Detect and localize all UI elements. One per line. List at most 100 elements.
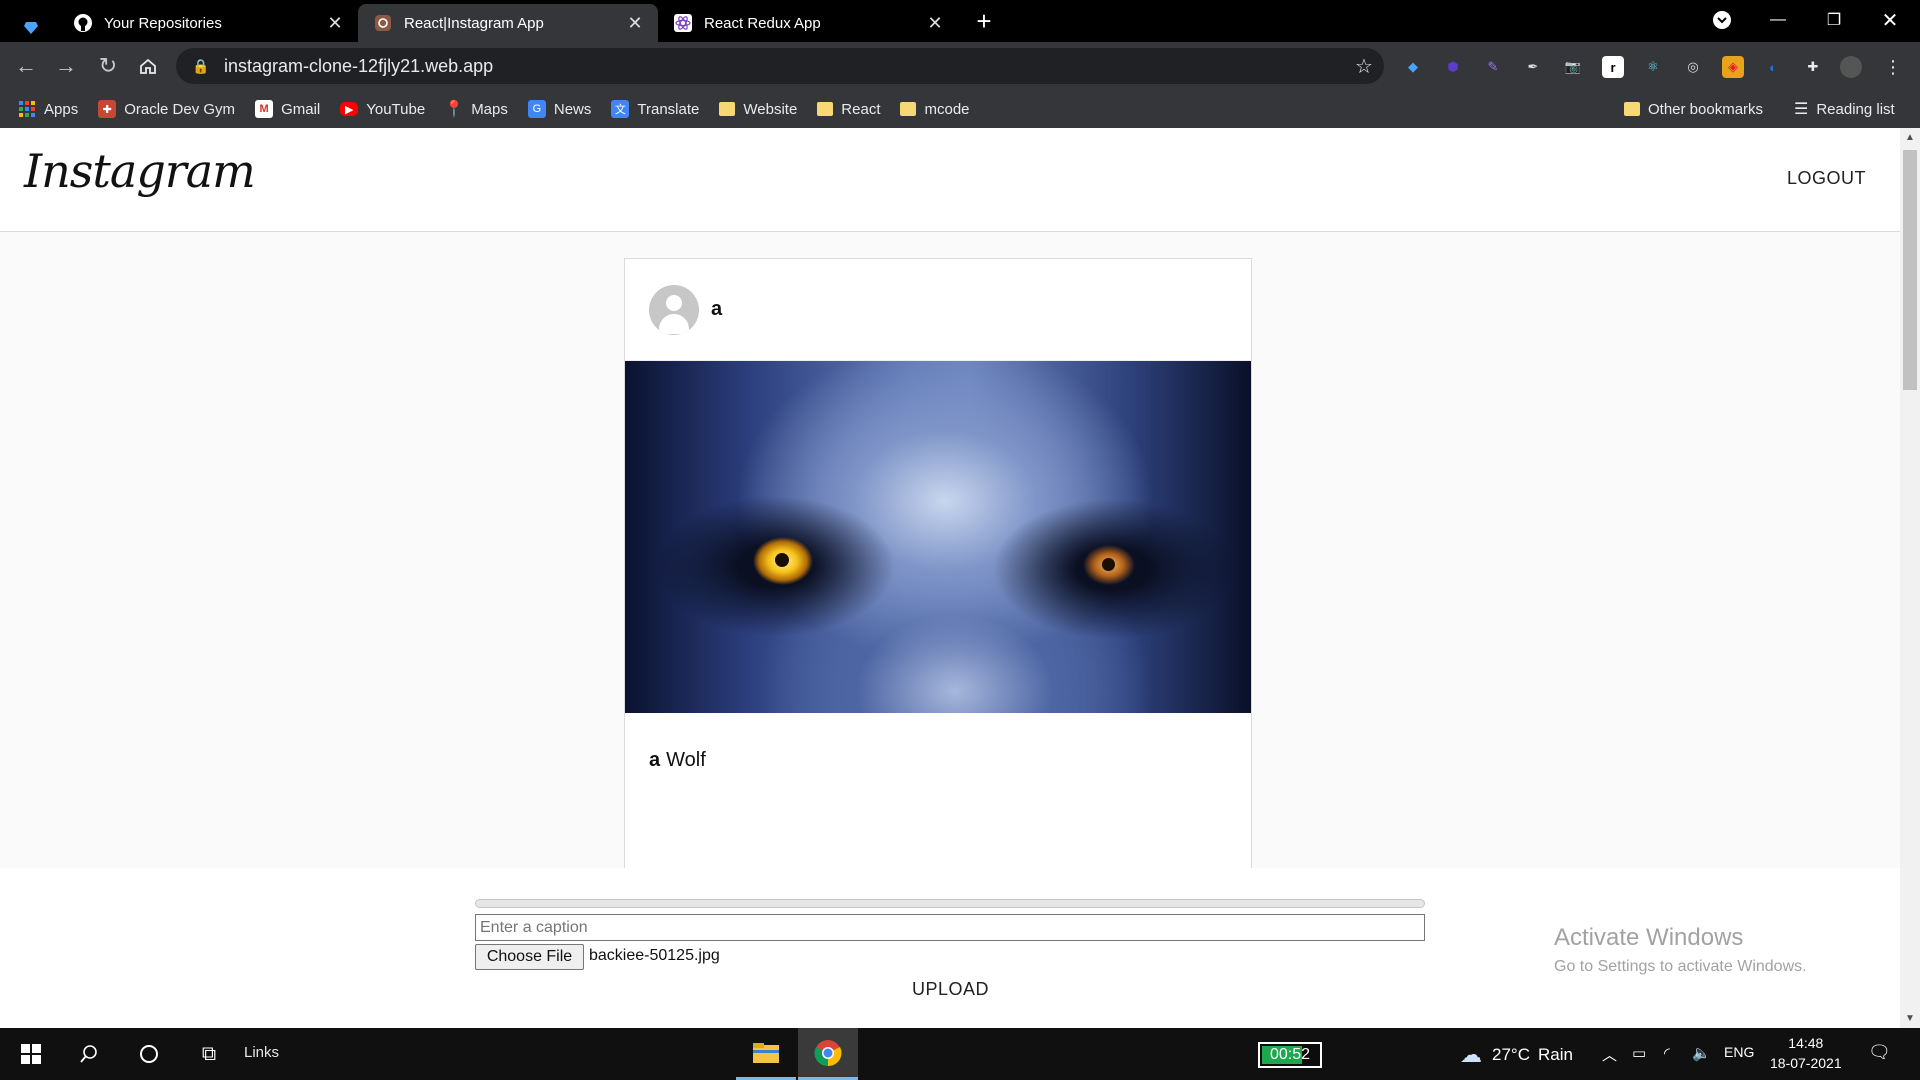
show-hidden-icons-icon[interactable]: ︿ <box>1602 1044 1617 1065</box>
scroll-up-icon[interactable]: ▲ <box>1905 132 1915 143</box>
tab-title: React Redux App <box>704 14 821 32</box>
timer-widget[interactable]: 00:52 <box>1258 1042 1322 1068</box>
logout-button[interactable]: LOGOUT <box>1787 168 1866 189</box>
language-indicator[interactable]: ENG <box>1724 1044 1754 1060</box>
caption-input[interactable] <box>475 914 1425 941</box>
page-scrollbar[interactable]: ▲ ▼ <box>1900 128 1920 1028</box>
other-bookmarks[interactable]: Other bookmarks <box>1624 90 1763 128</box>
task-view-icon[interactable]: ⧉ <box>180 1028 238 1080</box>
weather-widget[interactable]: ☁ 27°C Rain <box>1460 1042 1573 1068</box>
scrollbar-thumb[interactable] <box>1903 150 1917 390</box>
wifi-icon[interactable]: ◜ <box>1664 1044 1670 1062</box>
target-extension-icon[interactable]: ◎ <box>1682 56 1704 78</box>
windows-taskbar: ⧉ Links 00:52 ☁ 27°C Rain ︿ ▭ ◜ 🔈 ENG 14… <box>0 1028 1920 1080</box>
camera-extension-icon[interactable]: 📷 <box>1562 56 1584 78</box>
bookmark-star-icon[interactable]: ☆ <box>1344 54 1384 79</box>
instagram-icon <box>374 14 392 32</box>
bookmarks-bar: Apps ✚ Oracle Dev Gym M Gmail ▶ YouTube … <box>0 90 1920 128</box>
weather-temp: 27°C <box>1492 1045 1530 1064</box>
home-icon[interactable] <box>134 52 162 80</box>
links-toolbar[interactable]: Links <box>244 1044 279 1061</box>
tab-your-repositories[interactable]: Your Repositories ✕ <box>58 4 358 42</box>
bookmark-apps[interactable]: Apps <box>18 100 78 118</box>
clock-time: 14:48 <box>1788 1035 1824 1051</box>
feather-extension-icon[interactable]: ✎ <box>1482 56 1504 78</box>
restore-icon[interactable]: ❐ <box>1806 0 1862 40</box>
bookmark-translate[interactable]: 文 Translate <box>611 100 699 118</box>
bookmark-maps[interactable]: 📍 Maps <box>444 100 508 119</box>
browser-tabstrip: Your Repositories ✕ React|Instagram App … <box>0 0 1920 42</box>
url-text: instagram-clone-12fjly21.web.app <box>224 55 494 76</box>
tab-close-icon[interactable]: ✕ <box>626 13 644 34</box>
upload-button[interactable]: UPLOAD <box>912 979 989 1000</box>
timer-value: 00:52 <box>1269 1046 1311 1063</box>
folder-icon <box>900 102 917 116</box>
new-tab-button[interactable]: + <box>970 8 998 36</box>
translate-icon: 文 <box>611 100 630 118</box>
github-icon <box>74 14 92 32</box>
lock-icon[interactable]: 🔒 <box>192 58 210 75</box>
profile-gem-icon[interactable] <box>22 8 40 46</box>
share-extension-icon[interactable]: ◐ <box>1762 56 1784 78</box>
react-icon <box>674 14 692 32</box>
close-window-icon[interactable]: ✕ <box>1862 0 1918 40</box>
bookmark-oracle-dev-gym[interactable]: ✚ Oracle Dev Gym <box>98 100 235 118</box>
address-bar[interactable]: 🔒 instagram-clone-12fjly21.web.app ☆ <box>176 48 1384 84</box>
forward-icon[interactable]: → <box>52 52 80 80</box>
tab-search-icon[interactable] <box>1694 0 1750 40</box>
caption-username: a <box>649 749 661 771</box>
gmail-icon: M <box>255 100 274 118</box>
watermark-subtitle: Go to Settings to activate Windows. <box>1554 958 1807 975</box>
back-icon[interactable]: ← <box>12 52 40 80</box>
clock-date: 18-07-2021 <box>1770 1055 1842 1071</box>
post-card: a a Wolf <box>624 258 1252 868</box>
bookmark-folder-website[interactable]: Website <box>719 101 797 118</box>
search-icon[interactable] <box>60 1028 118 1080</box>
shield-extension-icon[interactable]: ◈ <box>1722 56 1744 78</box>
battery-icon[interactable]: ▭ <box>1632 1044 1646 1062</box>
post-username: a <box>711 298 723 320</box>
tab-react-redux-app[interactable]: React Redux App ✕ <box>658 4 958 42</box>
bookmark-folder-react[interactable]: React <box>817 101 880 118</box>
selected-file-name: backiee-50125.jpg <box>589 947 720 964</box>
gem-extension-icon[interactable]: ◆ <box>1402 56 1424 78</box>
folder-icon <box>719 102 736 116</box>
apps-grid-icon <box>18 100 36 118</box>
bookmark-label: Apps <box>44 100 79 118</box>
file-explorer-icon[interactable] <box>736 1028 796 1080</box>
news-icon: G <box>527 100 546 118</box>
bookmark-folder-mcode[interactable]: mcode <box>900 100 970 118</box>
reading-list[interactable]: ☰ Reading list <box>1794 90 1895 128</box>
tab-close-icon[interactable]: ✕ <box>926 13 944 34</box>
reload-icon[interactable]: ↻ <box>94 52 122 80</box>
bookmark-label: Oracle Dev Gym <box>124 100 236 118</box>
notion-extension-icon[interactable]: r <box>1602 56 1624 78</box>
chrome-taskbar-icon[interactable] <box>798 1028 858 1080</box>
notification-center-icon[interactable]: 🗨 <box>1868 1042 1891 1063</box>
caption-text: Wolf <box>666 749 706 771</box>
bookmark-youtube[interactable]: ▶ YouTube <box>340 101 425 118</box>
windows-start-icon[interactable] <box>2 1028 60 1080</box>
menu-kebab-icon[interactable]: ⋮ <box>1882 56 1904 78</box>
profile-avatar-icon[interactable] <box>1840 56 1862 78</box>
react-devtools-icon[interactable]: ⚛ <box>1642 56 1664 78</box>
bookmark-label: mcode <box>924 100 970 118</box>
cortana-icon[interactable] <box>120 1028 178 1080</box>
bookmark-gmail[interactable]: M Gmail <box>255 100 320 118</box>
scroll-down-icon[interactable]: ▼ <box>1905 1013 1915 1024</box>
tab-react-instagram-app[interactable]: React|Instagram App ✕ <box>358 4 658 42</box>
choose-file-button[interactable]: Choose File <box>475 944 584 970</box>
minimize-icon[interactable]: — <box>1750 0 1806 40</box>
volume-icon[interactable]: 🔈 <box>1692 1044 1711 1062</box>
bookmark-news[interactable]: G News <box>527 100 592 118</box>
tab-close-icon[interactable]: ✕ <box>326 13 344 34</box>
maps-icon: 📍 <box>444 101 465 118</box>
pen-extension-icon[interactable]: ✒ <box>1522 56 1544 78</box>
bookmark-label: News <box>553 100 592 118</box>
bookmark-label: Gmail <box>281 100 321 118</box>
puzzle-extensions-icon[interactable]: ✚ <box>1802 56 1824 78</box>
cube-extension-icon[interactable]: ⬢ <box>1442 56 1464 78</box>
post-caption: a Wolf <box>625 713 1251 808</box>
system-clock[interactable]: 14:48 18-07-2021 <box>1770 1033 1842 1073</box>
bookmark-label: YouTube <box>366 100 426 118</box>
